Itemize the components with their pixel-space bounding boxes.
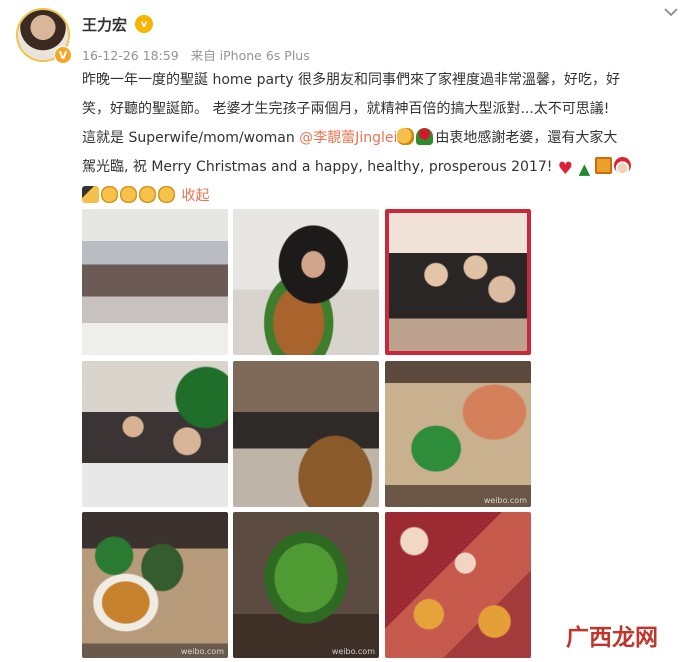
post-meta: 16-12-26 18:59 来自 iPhone 6s Plus <box>82 45 310 64</box>
heart-emoji-icon: ♥ <box>557 159 573 179</box>
username-link[interactable]: 王力宏 <box>82 14 127 35</box>
photo-food-platter[interactable]: weibo.com <box>385 361 531 507</box>
clap-emoji-icon <box>158 186 175 203</box>
post-text-line-3: 這就是 Superwife/mom/woman <box>82 130 300 146</box>
photo-broccoli-tree[interactable]: weibo.com <box>233 512 379 658</box>
vip-icon: v <box>135 15 153 33</box>
photo-watermark: weibo.com <box>180 647 224 656</box>
clap-emoji-icon <box>139 186 156 203</box>
photo-watermark: weibo.com <box>331 647 375 656</box>
photo-group-christmas-tree[interactable] <box>82 361 228 507</box>
collapse-link[interactable]: 收起 <box>181 188 209 204</box>
post-text-line-1: 昨晚一年一度的聖誕 home party 很多朋友和同事們來了家裡度過非常溫馨，… <box>82 72 621 88</box>
tree-emoji-icon: ▲ <box>578 160 591 178</box>
photo-turkey[interactable] <box>233 209 379 355</box>
site-watermark: 广西龙网 <box>566 625 658 651</box>
photo-christmas-snacks[interactable]: weibo.com <box>82 512 228 658</box>
photo-ham-rolls[interactable] <box>385 512 531 658</box>
party-emoji-icon <box>82 186 99 203</box>
photo-friends-selfie[interactable] <box>385 209 531 355</box>
mention-link[interactable]: @李靚蕾Jinglei <box>299 130 397 146</box>
photo-group-party[interactable] <box>82 209 228 355</box>
chevron-down-icon[interactable] <box>662 6 680 18</box>
clap-emoji-icon <box>101 186 118 203</box>
source-label: 来自 iPhone 6s Plus <box>190 48 310 63</box>
santa-emoji-icon <box>613 157 631 174</box>
clap-emoji-icon <box>120 186 137 203</box>
photo-watermark: weibo.com <box>483 496 527 505</box>
rose-emoji-icon <box>416 128 434 145</box>
post-text-line-4: 駕光臨, 祝 Merry Christmas and a happy, heal… <box>82 159 553 175</box>
gift-emoji-icon <box>594 157 612 174</box>
photo-buffet-table[interactable] <box>233 361 379 507</box>
post-text-line-3-end: 由衷地感謝老婆，還有大家大 <box>435 130 618 146</box>
post-text: 昨晚一年一度的聖誕 home party 很多朋友和同事們來了家裡度過非常溫馨，… <box>82 66 682 211</box>
verified-badge-icon: V <box>54 46 72 64</box>
muscle-emoji-icon <box>397 128 415 145</box>
timestamp-link[interactable]: 16-12-26 18:59 <box>82 48 179 63</box>
post-text-line-2: 笑，好聽的聖誕節。 老婆才生完孩子兩個月，就精神百倍的搞大型派對...太不可思議… <box>82 101 610 117</box>
